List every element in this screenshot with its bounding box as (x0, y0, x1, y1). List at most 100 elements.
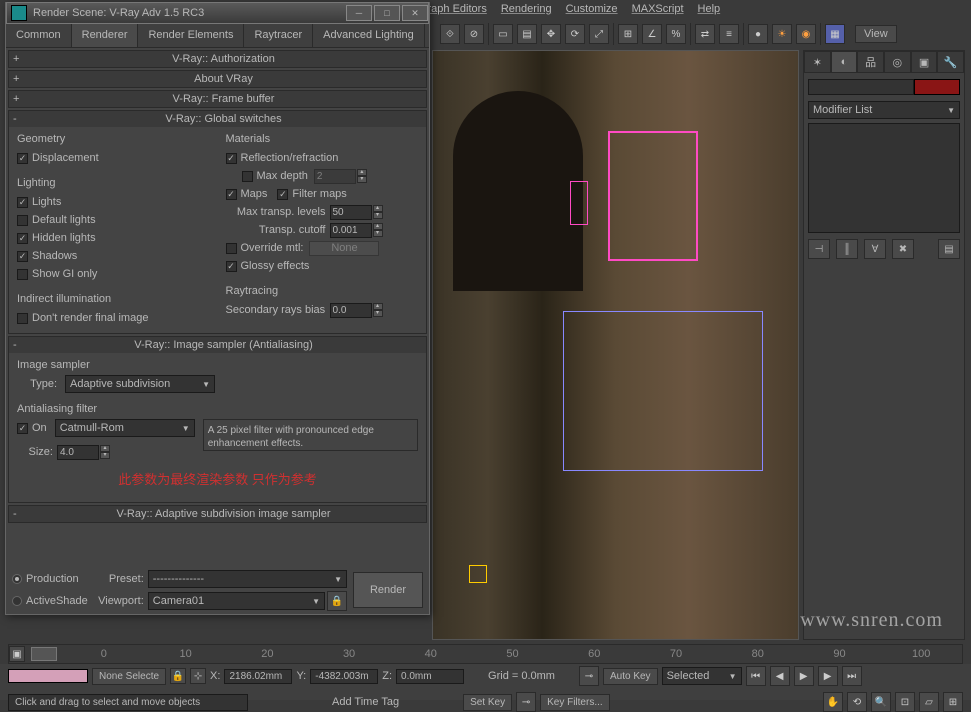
collapse-icon[interactable]: - (13, 339, 25, 351)
aa-filter-dropdown[interactable]: Catmull-Rom▼ (55, 419, 195, 437)
dont-render-checkbox[interactable] (17, 313, 28, 324)
goto-start-icon[interactable]: ⏮ (746, 666, 766, 686)
hidden-lights-checkbox[interactable]: ✓ (17, 233, 28, 244)
spin-down-icon[interactable]: ▾ (373, 310, 383, 317)
keyfilters-button[interactable]: Key Filters... (540, 694, 610, 711)
modifier-stack[interactable] (808, 123, 960, 233)
mirror-icon[interactable]: ⇄ (695, 24, 715, 44)
prev-frame-icon[interactable]: ◀ (770, 666, 790, 686)
scale-icon[interactable]: ⤢ (589, 24, 609, 44)
configure-icon[interactable]: ▤ (938, 239, 960, 259)
min-max-toggle-icon[interactable]: ⊞ (943, 692, 963, 712)
menu-maxscript[interactable]: MAXScript (626, 1, 690, 17)
timeline[interactable]: ▣ 0 10 20 30 40 50 60 70 80 90 100 (8, 644, 963, 664)
spin-down-icon[interactable]: ▾ (100, 452, 110, 459)
rollout-adaptive-subdiv[interactable]: -V-Ray:: Adaptive subdivision image samp… (8, 505, 427, 523)
play-icon[interactable]: ▶ (794, 666, 814, 686)
absolute-mode-icon[interactable]: ⊹ (190, 668, 206, 684)
tab-motion-icon[interactable]: ◎ (884, 51, 911, 73)
autokey-button[interactable]: Auto Key (603, 668, 658, 685)
addtimetag-label[interactable]: Add Time Tag (332, 696, 399, 708)
maps-checkbox[interactable]: ✓ (226, 189, 237, 200)
spin-up-icon[interactable]: ▴ (373, 223, 383, 230)
selbyname-icon[interactable]: ▤ (517, 24, 537, 44)
spin-down-icon[interactable]: ▾ (373, 230, 383, 237)
remove-mod-icon[interactable]: ✖ (892, 239, 914, 259)
preset-dropdown[interactable]: --------------▼ (148, 570, 347, 588)
angle-snap-icon[interactable]: ∠ (642, 24, 662, 44)
tab-advanced-lighting[interactable]: Advanced Lighting (313, 24, 425, 47)
rollout-authorization[interactable]: +V-Ray:: Authorization (8, 50, 427, 68)
viewport-camera[interactable] (432, 50, 799, 640)
glossy-checkbox[interactable]: ✓ (226, 261, 237, 272)
spin-down-icon[interactable]: ▾ (373, 212, 383, 219)
tab-create-icon[interactable]: ✶ (804, 51, 831, 73)
spin-up-icon[interactable]: ▴ (100, 445, 110, 452)
maxdepth-checkbox[interactable] (242, 171, 253, 182)
sampler-type-dropdown[interactable]: Adaptive subdivision▼ (65, 375, 215, 393)
spin-up-icon[interactable]: ▴ (373, 303, 383, 310)
pan-icon[interactable]: ✋ (823, 692, 843, 712)
tab-common[interactable]: Common (6, 24, 72, 47)
select-icon[interactable]: ▭ (493, 24, 513, 44)
secbias-input[interactable] (330, 303, 372, 318)
material-icon[interactable]: ● (748, 24, 768, 44)
size-input[interactable] (57, 445, 99, 460)
collapse-icon[interactable]: - (13, 508, 25, 520)
minimize-button[interactable]: ─ (346, 5, 372, 21)
object-name-field[interactable] (808, 79, 914, 95)
render-button[interactable]: Render (353, 572, 423, 608)
quickrender-icon[interactable]: ◉ (796, 24, 816, 44)
tab-hierarchy-icon[interactable]: 品 (857, 51, 884, 73)
spin-up-icon[interactable]: ▴ (373, 205, 383, 212)
filtermaps-checkbox[interactable]: ✓ (277, 189, 288, 200)
zoom-icon[interactable]: 🔍 (871, 692, 891, 712)
modifier-list-dropdown[interactable]: Modifier List ▼ (808, 101, 960, 119)
y-coord-input[interactable] (310, 669, 378, 684)
spin-up-icon[interactable]: ▴ (357, 169, 367, 176)
close-button[interactable]: ✕ (402, 5, 428, 21)
snap-icon[interactable]: ⊞ (618, 24, 638, 44)
expand-icon[interactable]: + (13, 53, 25, 65)
goto-end-icon[interactable]: ⏭ (842, 666, 862, 686)
expand-icon[interactable]: + (13, 73, 25, 85)
lock-view-icon[interactable]: 🔒 (327, 591, 347, 611)
refl-checkbox[interactable]: ✓ (226, 153, 237, 164)
layout-icon[interactable]: ▦ (825, 24, 845, 44)
timeline-config-icon[interactable]: ▣ (9, 646, 25, 662)
menu-customize[interactable]: Customize (560, 1, 624, 17)
override-mtl-button[interactable]: None (309, 241, 379, 256)
next-frame-icon[interactable]: ▶ (818, 666, 838, 686)
dialog-titlebar[interactable]: Render Scene: V-Ray Adv 1.5 RC3 ─ □ ✕ (6, 2, 429, 24)
rollout-framebuffer[interactable]: +V-Ray:: Frame buffer (8, 90, 427, 108)
viewport-dropdown[interactable]: Camera01▼ (148, 592, 325, 610)
keymode-icon[interactable]: ⊸ (579, 666, 599, 686)
render-icon[interactable]: ☀ (772, 24, 792, 44)
link-icon[interactable]: ⟐ (440, 24, 460, 44)
default-lights-checkbox[interactable] (17, 215, 28, 226)
show-end-icon[interactable]: ║ (836, 239, 858, 259)
tab-utilities-icon[interactable]: 🔧 (937, 51, 964, 73)
maxtransp-input[interactable] (330, 205, 372, 220)
selection-lock-icon[interactable] (8, 669, 88, 683)
lock-selection-icon[interactable]: 🔒 (170, 668, 186, 684)
percent-snap-icon[interactable]: % (666, 24, 686, 44)
tab-display-icon[interactable]: ▣ (911, 51, 938, 73)
expand-icon[interactable]: + (13, 93, 25, 105)
align-icon[interactable]: ≡ (719, 24, 739, 44)
key-icon[interactable]: ⊸ (516, 692, 536, 712)
z-coord-input[interactable] (396, 669, 464, 684)
collapse-icon[interactable]: - (13, 113, 25, 125)
refcoord-dropdown[interactable]: View (855, 25, 897, 43)
tab-raytracer[interactable]: Raytracer (244, 24, 313, 47)
transpcut-input[interactable] (330, 223, 372, 238)
maximize-button[interactable]: □ (374, 5, 400, 21)
setkey-button[interactable]: Set Key (463, 694, 512, 711)
tab-render-elements[interactable]: Render Elements (138, 24, 244, 47)
keyfilter-dropdown[interactable]: Selected▼ (662, 667, 742, 685)
production-radio[interactable] (12, 574, 22, 584)
fov-icon[interactable]: ▱ (919, 692, 939, 712)
show-gi-checkbox[interactable] (17, 269, 28, 280)
lights-checkbox[interactable]: ✓ (17, 197, 28, 208)
displacement-checkbox[interactable]: ✓ (17, 153, 28, 164)
